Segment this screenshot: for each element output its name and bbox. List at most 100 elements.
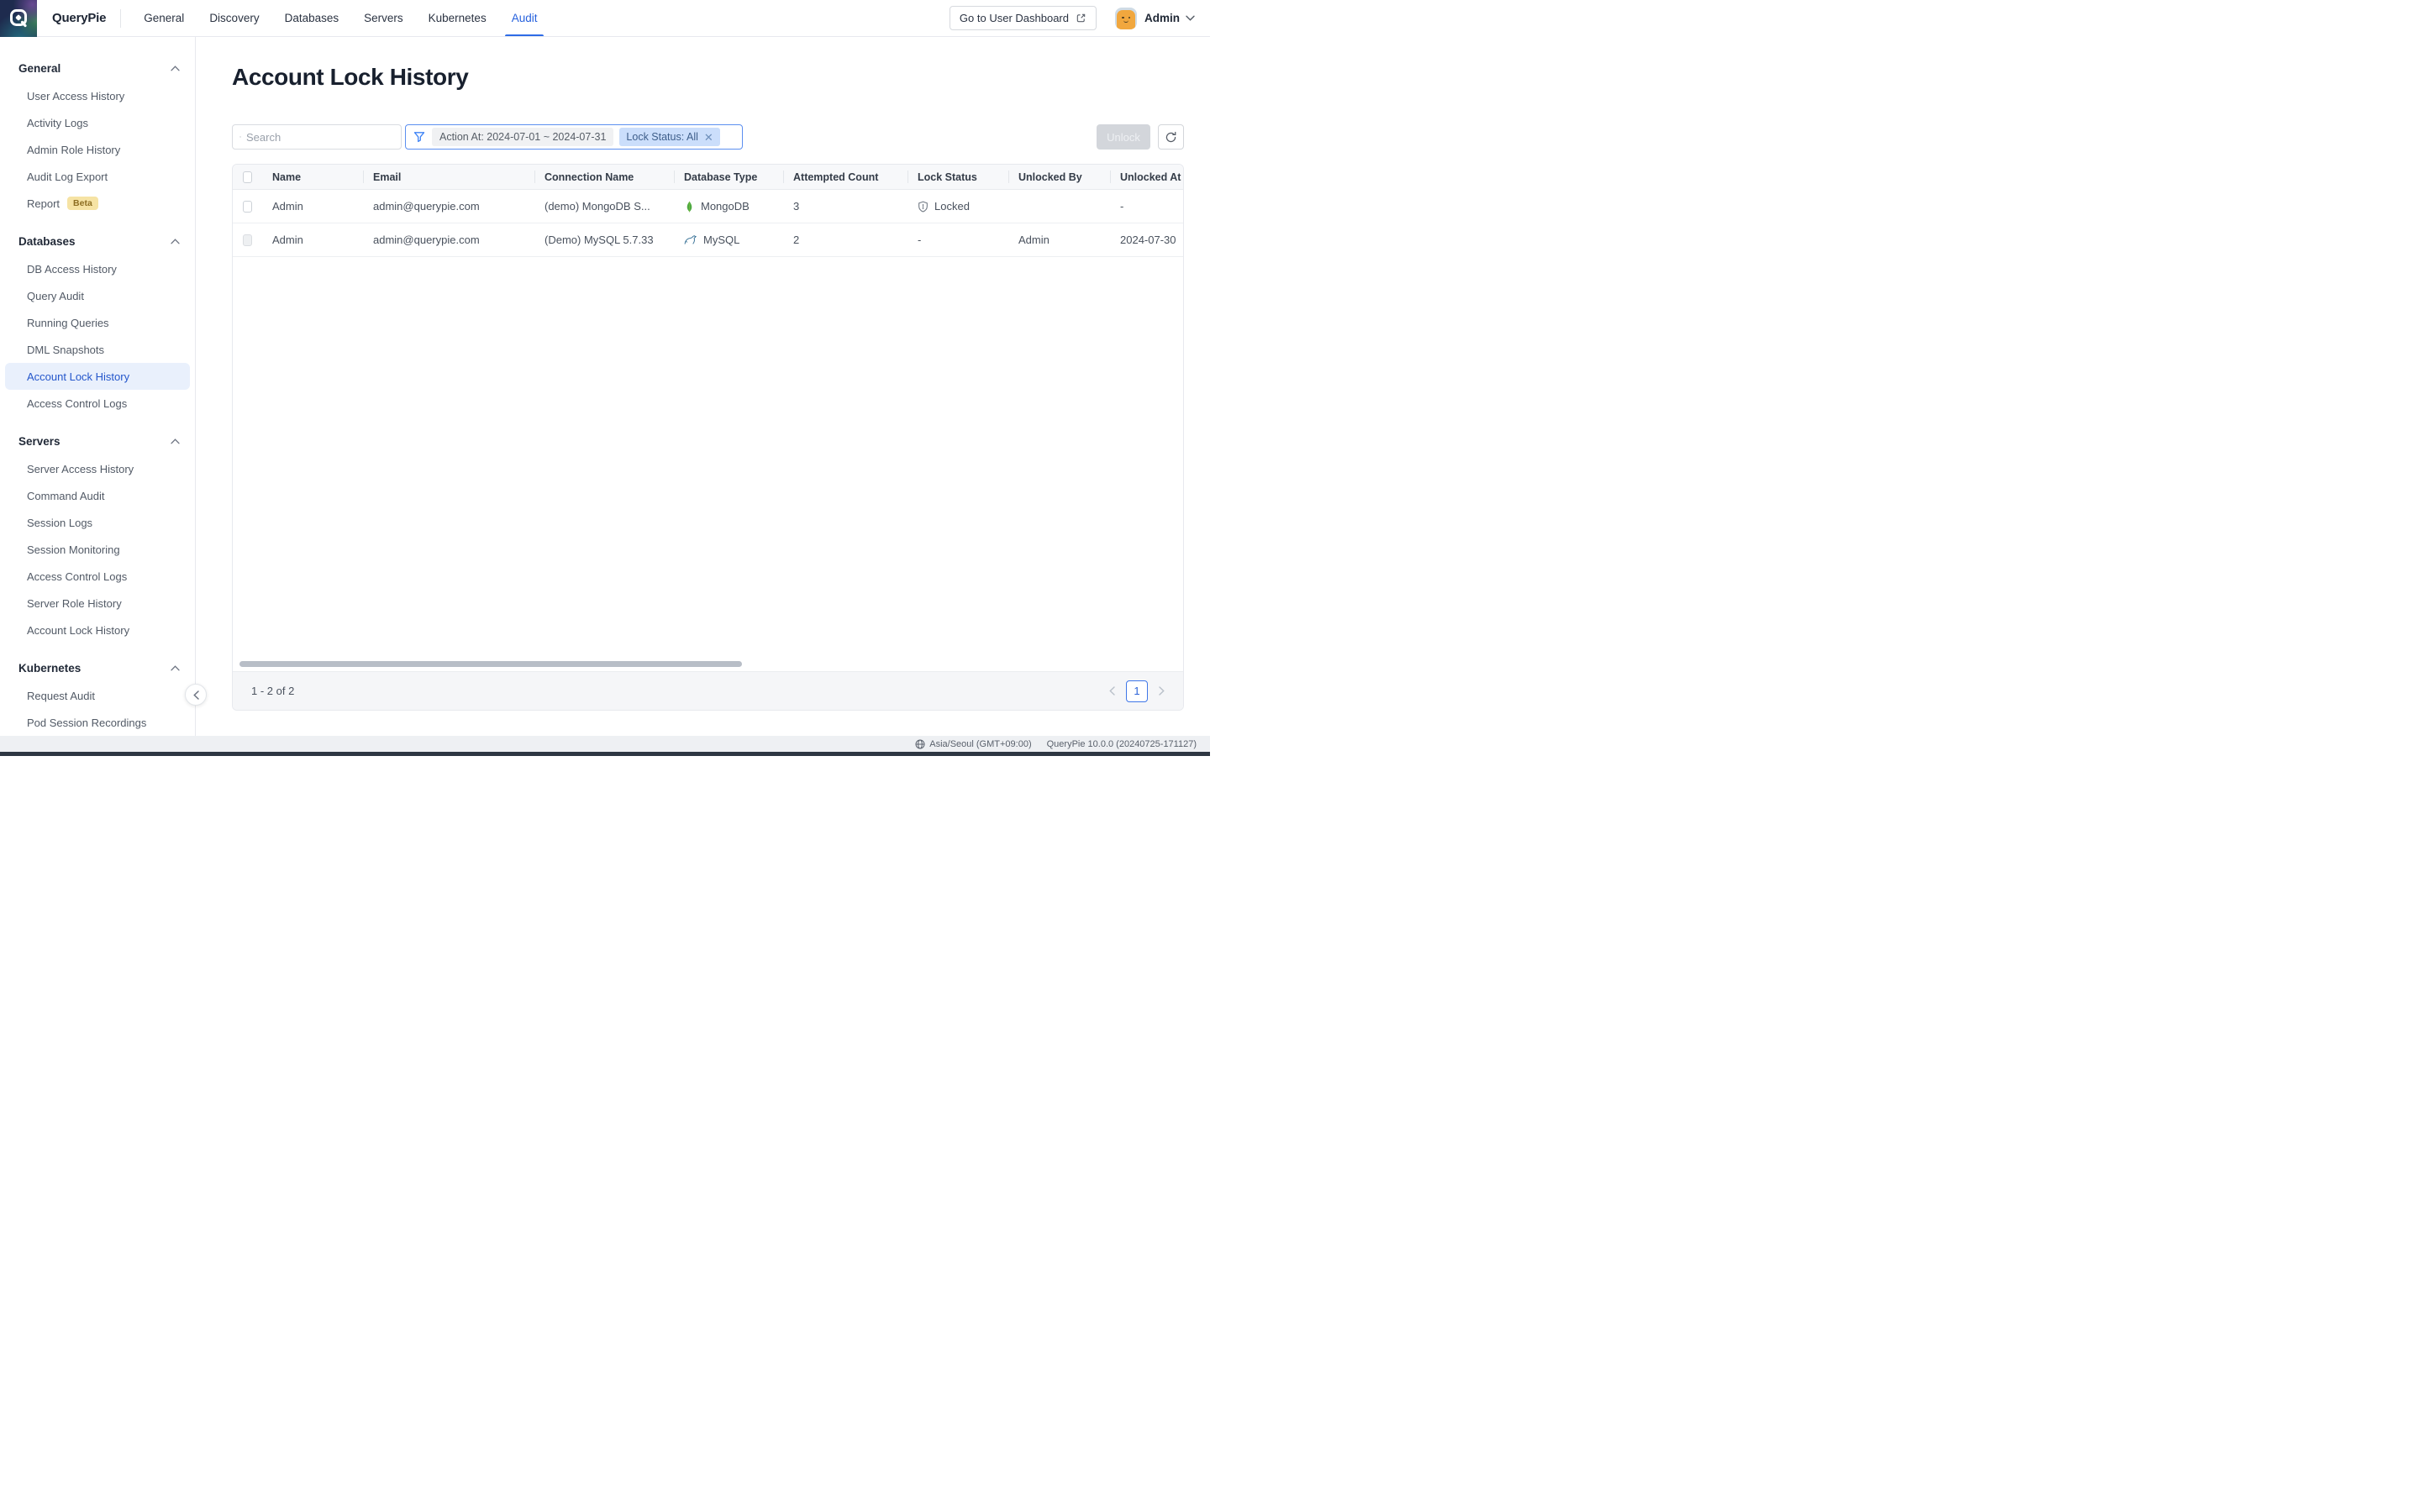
select-all-checkbox[interactable] bbox=[243, 171, 252, 183]
topnav-item-general[interactable]: General bbox=[131, 0, 197, 36]
sidebar-section-header-databases[interactable]: Databases bbox=[0, 227, 195, 255]
sidebar-item-admin-role-history[interactable]: Admin Role History bbox=[0, 136, 195, 163]
sidebar-item-account-lock-history[interactable]: Account Lock History bbox=[0, 617, 195, 643]
cell-lock-status: - bbox=[908, 234, 1008, 246]
sidebar-section-kubernetes: Kubernetes Request AuditPod Session Recor… bbox=[0, 654, 195, 736]
sidebar-item-server-role-history[interactable]: Server Role History bbox=[0, 590, 195, 617]
sidebar-item-server-access-history[interactable]: Server Access History bbox=[0, 455, 195, 482]
sidebar-item-running-queries[interactable]: Running Queries bbox=[0, 309, 195, 336]
cell-db-type: MySQL bbox=[674, 234, 783, 246]
row-checkbox[interactable] bbox=[243, 201, 252, 213]
sidebar-item-session-logs[interactable]: Session Logs bbox=[0, 509, 195, 536]
footer: Asia/Seoul (GMT+09:00) QueryPie 10.0.0 (… bbox=[0, 736, 1210, 752]
sidebar-item-audit-log-export[interactable]: Audit Log Export bbox=[0, 163, 195, 190]
topnav-divider bbox=[120, 9, 121, 28]
sidebar-section-header-kubernetes[interactable]: Kubernetes bbox=[0, 654, 195, 682]
app: QueryPie GeneralDiscoveryDatabasesServer… bbox=[0, 0, 1210, 756]
sidebar-collapse-button[interactable] bbox=[185, 684, 207, 706]
page-number[interactable]: 1 bbox=[1126, 680, 1148, 702]
topnav-item-audit[interactable]: Audit bbox=[499, 0, 550, 36]
row-checkbox-cell bbox=[233, 201, 262, 213]
sidebar-item-label: Session Monitoring bbox=[27, 543, 120, 556]
next-page-button[interactable] bbox=[1159, 686, 1165, 696]
beta-badge: Beta bbox=[67, 197, 98, 211]
sidebar-item-label: DML Snapshots bbox=[27, 344, 104, 356]
sidebar-item-account-lock-history[interactable]: Account Lock History bbox=[5, 363, 190, 390]
sidebar-section-title: Kubernetes bbox=[18, 662, 81, 675]
column-header-unlocked-by: Unlocked By bbox=[1008, 165, 1110, 189]
table-row[interactable]: Adminadmin@querypie.com(Demo) MySQL 5.7.… bbox=[233, 223, 1184, 257]
cell-value: (demo) MongoDB S... bbox=[544, 200, 650, 213]
topnav-item-discovery[interactable]: Discovery bbox=[197, 0, 271, 36]
go-to-user-dashboard-button[interactable]: Go to User Dashboard bbox=[950, 6, 1097, 30]
topnav-item-label: Databases bbox=[285, 12, 339, 24]
sidebar-section-databases: Databases DB Access History Query Audit Run… bbox=[0, 227, 195, 417]
user-menu[interactable]: Admin bbox=[1115, 8, 1195, 29]
table-row[interactable]: Admin admin@querypie.com (demo) MongoDB S.… bbox=[233, 190, 1184, 223]
cell-value: Admin bbox=[272, 234, 303, 246]
filter-chip-action-at[interactable]: Action At: 2024-07-01 ~ 2024-07-31 bbox=[432, 128, 613, 146]
sidebar-item-label: User Access History bbox=[27, 90, 124, 102]
cell-value: admin@querypie.com bbox=[373, 200, 480, 213]
filter-chip-lock-status[interactable]: Lock Status: All ✕ bbox=[619, 128, 719, 146]
sidebar-item-label: Running Queries bbox=[27, 317, 109, 329]
topnav-item-label: Discovery bbox=[209, 12, 259, 24]
querypie-logo-icon bbox=[8, 8, 29, 29]
unlock-button[interactable]: Unlock bbox=[1097, 124, 1150, 150]
sidebar-item-label: DB Access History bbox=[27, 263, 117, 276]
topnav-item-kubernetes[interactable]: Kubernetes bbox=[416, 0, 499, 36]
querypie-logo[interactable] bbox=[0, 0, 37, 37]
sidebar-item-query-audit[interactable]: Query Audit bbox=[0, 282, 195, 309]
sidebar-section-title: Servers bbox=[18, 435, 60, 448]
cell-connection: (Demo) MySQL 5.7.33 bbox=[534, 234, 674, 246]
sidebar-item-session-monitoring[interactable]: Session Monitoring bbox=[0, 536, 195, 563]
main: Account Lock History Action At: 2024-07-… bbox=[197, 37, 1210, 736]
topnav-item-servers[interactable]: Servers bbox=[351, 0, 416, 36]
chevron-up-icon bbox=[171, 66, 180, 71]
cell-connection: (demo) MongoDB S... bbox=[534, 200, 674, 213]
sidebar-item-db-access-history[interactable]: DB Access History bbox=[0, 255, 195, 282]
sidebar-item-label: Server Role History bbox=[27, 597, 122, 610]
timezone[interactable]: Asia/Seoul (GMT+09:00) bbox=[915, 739, 1031, 749]
sidebar-item-label: Report bbox=[27, 197, 60, 210]
globe-icon bbox=[915, 739, 925, 749]
sidebar-section-header-servers[interactable]: Servers bbox=[0, 427, 195, 455]
sidebar-item-access-control-logs[interactable]: Access Control Logs bbox=[0, 390, 195, 417]
cell-email: admin@querypie.com bbox=[363, 200, 534, 213]
sidebar-item-activity-logs[interactable]: Activity Logs bbox=[0, 109, 195, 136]
cell-value: 2 bbox=[793, 234, 799, 246]
user-name: Admin bbox=[1144, 12, 1180, 24]
sidebar-item-access-control-logs[interactable]: Access Control Logs bbox=[0, 563, 195, 590]
sidebar-item-user-access-history[interactable]: User Access History bbox=[0, 82, 195, 109]
cell-name: Admin bbox=[262, 200, 363, 213]
select-all-cell bbox=[233, 165, 262, 189]
pagination-bar: 1 - 2 of 2 1 bbox=[233, 671, 1183, 710]
remove-filter-icon[interactable]: ✕ bbox=[704, 132, 713, 143]
table-header: NameEmailConnection NameDatabase TypeAtt… bbox=[233, 165, 1184, 190]
sidebar-section-header-general[interactable]: General bbox=[0, 54, 195, 82]
search-input[interactable] bbox=[246, 131, 394, 144]
cell-lock-status: Locked bbox=[908, 200, 1008, 213]
column-header-unlocked-at: Unlocked At bbox=[1110, 165, 1184, 189]
sidebar-item-report[interactable]: Report Beta bbox=[0, 190, 195, 217]
lock-status-label: Locked bbox=[934, 200, 970, 213]
sidebar-section-title: General bbox=[18, 62, 60, 75]
horizontal-scrollbar[interactable] bbox=[239, 661, 742, 667]
sidebar-item-label: Account Lock History bbox=[27, 624, 129, 637]
refresh-button[interactable] bbox=[1158, 124, 1184, 150]
sidebar-item-request-audit[interactable]: Request Audit bbox=[0, 682, 195, 709]
column-header-connection-name: Connection Name bbox=[534, 165, 674, 189]
table: NameEmailConnection NameDatabase TypeAtt… bbox=[232, 164, 1184, 711]
sidebar-item-pod-session-recordings[interactable]: Pod Session Recordings bbox=[0, 709, 195, 736]
cell-value: Admin bbox=[272, 200, 303, 213]
prev-page-button[interactable] bbox=[1109, 686, 1115, 696]
filter-chip-lock-status-label: Lock Status: All bbox=[626, 131, 697, 143]
external-link-icon bbox=[1076, 13, 1086, 24]
refresh-icon bbox=[1165, 131, 1177, 144]
filter-bar[interactable]: Action At: 2024-07-01 ~ 2024-07-31 Lock … bbox=[405, 124, 743, 150]
sidebar-item-dml-snapshots[interactable]: DML Snapshots bbox=[0, 336, 195, 363]
topnav-item-databases[interactable]: Databases bbox=[272, 0, 352, 36]
sidebar-item-command-audit[interactable]: Command Audit bbox=[0, 482, 195, 509]
filter-chip-action-at-label: Action At: 2024-07-01 ~ 2024-07-31 bbox=[439, 131, 606, 143]
cell-unlocked-at: - bbox=[1110, 200, 1184, 213]
